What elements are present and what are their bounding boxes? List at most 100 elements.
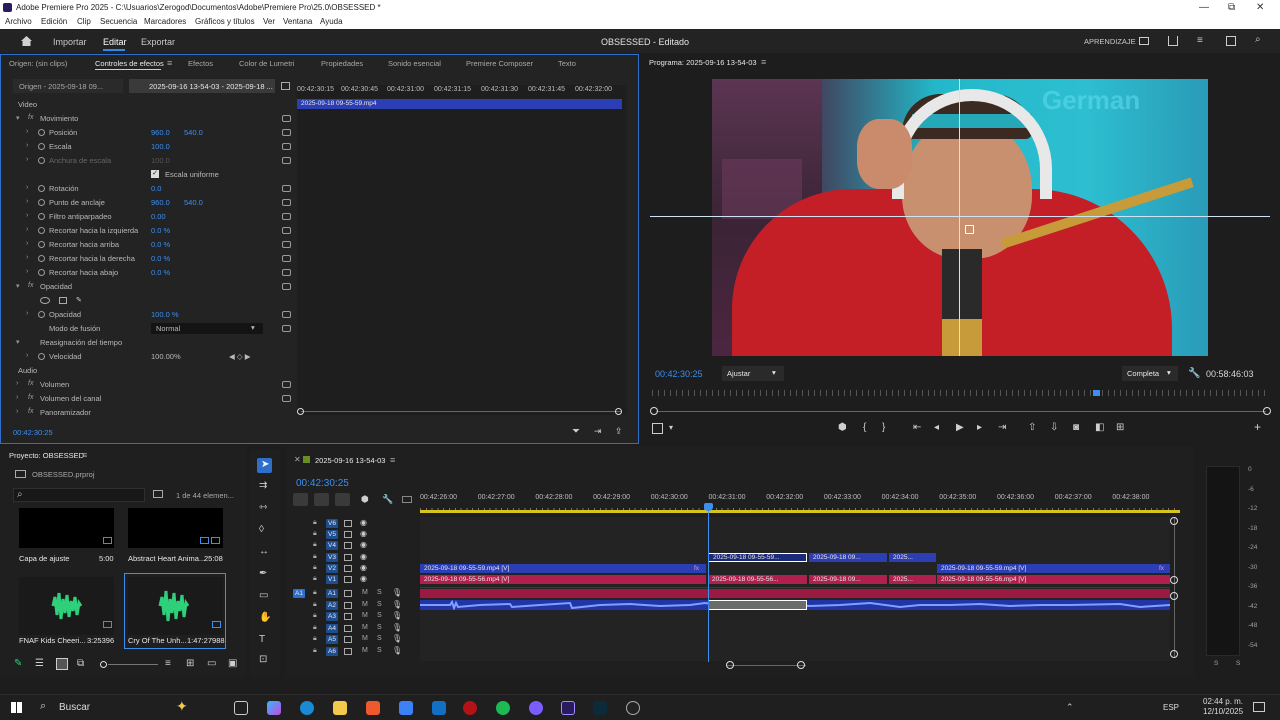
mute-button[interactable]: M [362, 635, 368, 642]
solo-button[interactable]: S [377, 601, 382, 608]
eye-icon[interactable]: ◉ [360, 518, 367, 527]
value-field[interactable]: 540.0 [184, 128, 203, 137]
lock-icon[interactable]: 🔒︎ [313, 635, 317, 643]
eye-icon[interactable]: ◉ [360, 574, 367, 583]
menu-secuencia[interactable]: Secuencia [100, 17, 137, 26]
mini-scrollbar-track[interactable] [301, 411, 621, 412]
tab-origen[interactable]: Origen: (sin clips) [9, 59, 67, 68]
razor-tool-icon[interactable]: ◊ [259, 524, 264, 535]
tab-controles-efectos[interactable]: Controles de efectos [95, 59, 164, 68]
discord-icon[interactable] [529, 701, 543, 715]
new-item-icon[interactable]: ▣ [228, 658, 237, 669]
menu-ventana[interactable]: Ventana [283, 17, 312, 26]
menu-ayuda[interactable]: Ayuda [320, 17, 343, 26]
language-indicator[interactable]: ESP [1163, 703, 1179, 712]
tab-lumetri[interactable]: Color de Lumetri [239, 59, 294, 68]
tray-chevron-icon[interactable]: ⌃ [1066, 702, 1074, 713]
multicam-icon[interactable]: ⊞ [1116, 422, 1124, 433]
spotify-icon[interactable] [496, 701, 510, 715]
sync-lock-icon[interactable] [344, 624, 352, 632]
vscroll-handle[interactable] [1170, 576, 1178, 584]
pencil-icon[interactable]: ✎ [14, 658, 22, 669]
timeline-playhead[interactable] [708, 504, 709, 662]
subtab-origen[interactable]: Origen - 2025-09-18 09... [13, 79, 123, 93]
add-button-icon[interactable]: + [1254, 420, 1261, 434]
lock-icon[interactable]: 🔒︎ [313, 564, 317, 572]
premiere-icon[interactable] [561, 701, 575, 715]
fullscreen-icon[interactable] [1226, 36, 1236, 46]
subtab-sequence[interactable]: 2025-09-16 13-54-03 - 2025-09-18 ... [129, 79, 275, 93]
stopwatch-icon[interactable] [38, 353, 45, 360]
timeline-timecode[interactable]: 00:42:30:25 [296, 478, 349, 489]
edge-icon[interactable] [300, 701, 314, 715]
sequence-menu-icon[interactable]: ≡ [390, 455, 395, 465]
mute-button[interactable]: M [362, 601, 368, 608]
obs-icon[interactable] [626, 701, 640, 715]
track-label[interactable]: A2 [326, 600, 338, 610]
value-field[interactable]: 540.0 [184, 198, 203, 207]
mini-scroll-handle[interactable] [615, 408, 622, 415]
sort-icon[interactable]: ≡ [165, 658, 171, 669]
timeline-hscroll[interactable] [726, 665, 806, 666]
track-label[interactable]: V1 [326, 575, 338, 584]
clip-v2-a[interactable]: 2025-09-18 09-55-59.mp4 [V] fx [420, 564, 706, 573]
expand-toggle-icon[interactable]: › [26, 254, 28, 261]
selected-audio-clip[interactable] [708, 600, 807, 610]
solo-button[interactable]: S [377, 624, 382, 631]
stopwatch-icon[interactable] [38, 255, 45, 262]
workspace-importar[interactable]: Importar [53, 37, 87, 47]
mute-button[interactable]: M [362, 589, 368, 596]
solo-button[interactable]: S [377, 589, 382, 596]
timeline-ruler[interactable]: 00:42:26:00 00:42:27:00 00:42:28:00 00:42:2… [420, 494, 1180, 508]
value-field[interactable]: 0.0 % [151, 268, 170, 277]
menu-graficos[interactable]: Gráficos y títulos [195, 17, 255, 26]
sync-lock-icon[interactable] [344, 520, 352, 527]
freeform-view-icon[interactable]: ⧉ [77, 658, 84, 669]
clip-v1-b[interactable]: 2025-09-18 09-55-56... [708, 575, 807, 584]
value-field[interactable]: 960.0 [151, 128, 170, 137]
slip-tool-icon[interactable]: ↔ [259, 546, 269, 557]
stopwatch-icon[interactable] [38, 143, 45, 150]
timeline-vscroll[interactable] [1174, 517, 1175, 657]
eye-icon[interactable]: ◉ [360, 563, 367, 572]
reset-parameter-icon[interactable] [282, 143, 291, 150]
opera-icon[interactable] [463, 701, 477, 715]
eye-icon[interactable]: ◉ [360, 552, 367, 561]
value-field[interactable]: 100.0 [151, 142, 170, 151]
solo-button[interactable]: S [377, 647, 382, 654]
sequence-name[interactable]: 2025-09-16 13-54-03 [315, 456, 385, 465]
mark-in-icon[interactable]: { [863, 422, 866, 433]
reset-parameter-icon[interactable] [282, 255, 291, 262]
microphone-icon[interactable]: 🎙︎ [392, 600, 402, 609]
stopwatch-icon[interactable] [38, 227, 45, 234]
maximize-button[interactable]: ⧉ [1228, 2, 1235, 13]
settings-grid-icon[interactable] [652, 423, 663, 434]
text-edit-tool-icon[interactable]: ⊡ [259, 654, 267, 665]
tab-menu-icon[interactable]: ≡ [167, 58, 172, 68]
lock-icon[interactable]: 🔒︎ [313, 624, 317, 632]
menu-ver[interactable]: Ver [263, 17, 275, 26]
lock-icon[interactable]: 🔒︎ [313, 601, 317, 609]
expand-toggle-icon[interactable]: › [26, 212, 28, 219]
track-label[interactable]: A3 [326, 612, 338, 621]
vscroll-handle[interactable] [1170, 592, 1178, 600]
expand-toggle-icon[interactable]: › [26, 352, 28, 359]
tab-texto[interactable]: Texto [558, 59, 576, 68]
wrench-icon[interactable]: 🔧 [1188, 368, 1200, 379]
panel-layout-icon[interactable] [1139, 37, 1149, 45]
microphone-icon[interactable]: 🎙︎ [392, 623, 402, 632]
value-field[interactable]: 0.00 [151, 212, 166, 221]
hscroll-handle[interactable] [797, 661, 805, 669]
blend-mode-dropdown[interactable]: Normal ▾ [151, 323, 263, 334]
lock-icon[interactable]: 🔒︎ [313, 530, 317, 538]
lock-icon[interactable]: 🔒︎ [313, 575, 317, 583]
lock-icon[interactable]: 🔒︎ [313, 519, 317, 527]
zoom-bar[interactable] [656, 411, 1266, 412]
reset-parameter-icon[interactable] [282, 213, 291, 220]
solo-right[interactable]: S [1236, 660, 1240, 667]
value-field[interactable]: 960.0 [151, 198, 170, 207]
copilot-icon[interactable] [267, 701, 281, 715]
source-patch-a1[interactable]: A1 [293, 589, 305, 598]
value-field[interactable]: 0.0 [151, 184, 161, 193]
workspace-menu-icon[interactable]: ≡ [1197, 35, 1203, 46]
